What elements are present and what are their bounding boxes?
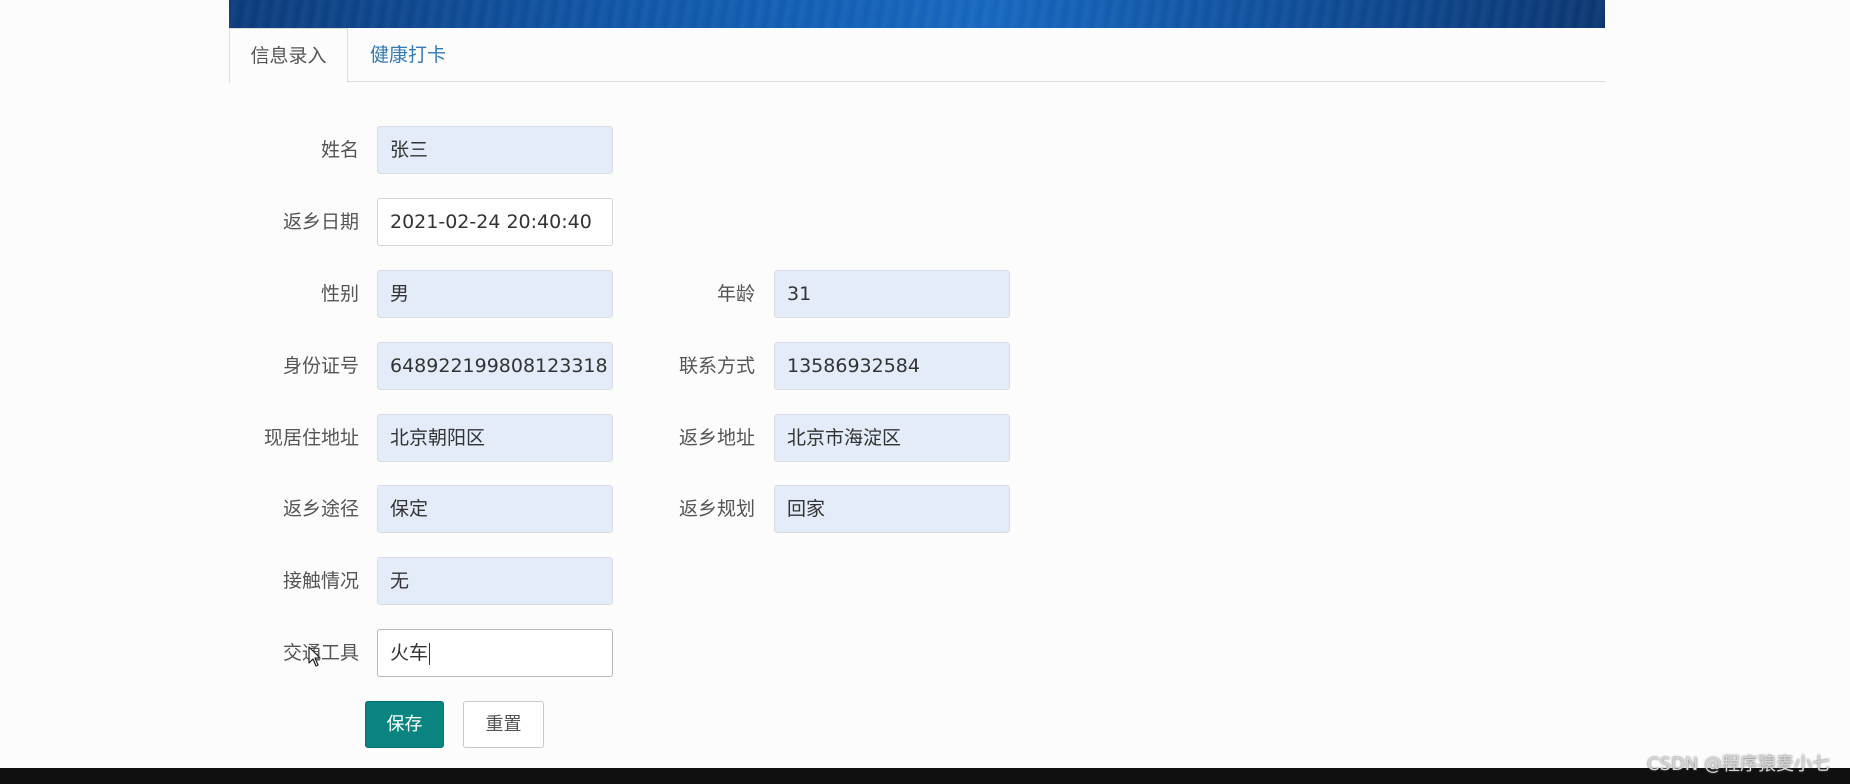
route-label: 返乡途径 <box>282 498 359 520</box>
route-field[interactable]: 保定 <box>377 485 613 533</box>
age-field[interactable]: 31 <box>774 270 1010 318</box>
contact-field[interactable]: 13586932584 <box>774 342 1010 390</box>
return-date-label: 返乡日期 <box>282 211 359 233</box>
tab-info-entry[interactable]: 信息录入 <box>229 28 348 83</box>
contact-status-label: 接触情况 <box>282 570 359 592</box>
name-label: 姓名 <box>320 139 359 161</box>
contact-status-field[interactable]: 无 <box>377 557 613 605</box>
form-row-return-date: 返乡日期 2021-02-24 20:40:40 <box>0 198 1850 246</box>
form-row-transport: 交通工具 火车 <box>0 629 1850 677</box>
current-address-label: 现居住地址 <box>263 427 359 449</box>
form-row-id-contact: 身份证号 648922199808123318 联系方式 13586932584 <box>0 342 1850 390</box>
transport-label: 交通工具 <box>282 642 359 664</box>
plan-field[interactable]: 回家 <box>774 485 1010 533</box>
form-row-contact-status: 接触情况 无 <box>0 557 1850 605</box>
form-row-route-plan: 返乡途径 保定 返乡规划 回家 <box>0 485 1850 533</box>
header-banner <box>229 0 1605 28</box>
mouse-pointer-icon <box>308 646 321 667</box>
id-number-field[interactable]: 648922199808123318 <box>377 342 613 390</box>
return-date-field[interactable]: 2021-02-24 20:40:40 <box>377 198 613 246</box>
name-field[interactable]: 张三 <box>377 126 613 174</box>
text-caret <box>429 642 431 665</box>
form-row-name: 姓名 张三 <box>0 126 1850 174</box>
age-label: 年龄 <box>716 283 755 305</box>
transport-value: 火车 <box>390 642 429 664</box>
contact-label: 联系方式 <box>678 355 755 377</box>
plan-label: 返乡规划 <box>678 498 755 520</box>
bottom-bar <box>0 768 1850 784</box>
reset-button[interactable]: 重置 <box>463 701 544 748</box>
tab-bar: 信息录入 健康打卡 <box>229 28 1605 83</box>
gender-field[interactable]: 男 <box>377 270 613 318</box>
current-address-field[interactable]: 北京朝阳区 <box>377 414 613 462</box>
csdn-watermark: CSDN @程序猿麦小七 <box>1646 754 1830 775</box>
return-address-field[interactable]: 北京市海淀区 <box>774 414 1010 462</box>
return-address-label: 返乡地址 <box>678 427 755 449</box>
transport-field[interactable]: 火车 <box>377 629 613 677</box>
form-row-gender-age: 性别 男 年龄 31 <box>0 270 1850 318</box>
gender-label: 性别 <box>320 283 359 305</box>
id-number-label: 身份证号 <box>282 355 359 377</box>
form-row-addresses: 现居住地址 北京朝阳区 返乡地址 北京市海淀区 <box>0 414 1850 462</box>
tab-health-checkin[interactable]: 健康打卡 <box>370 28 446 83</box>
save-button[interactable]: 保存 <box>365 701 444 748</box>
